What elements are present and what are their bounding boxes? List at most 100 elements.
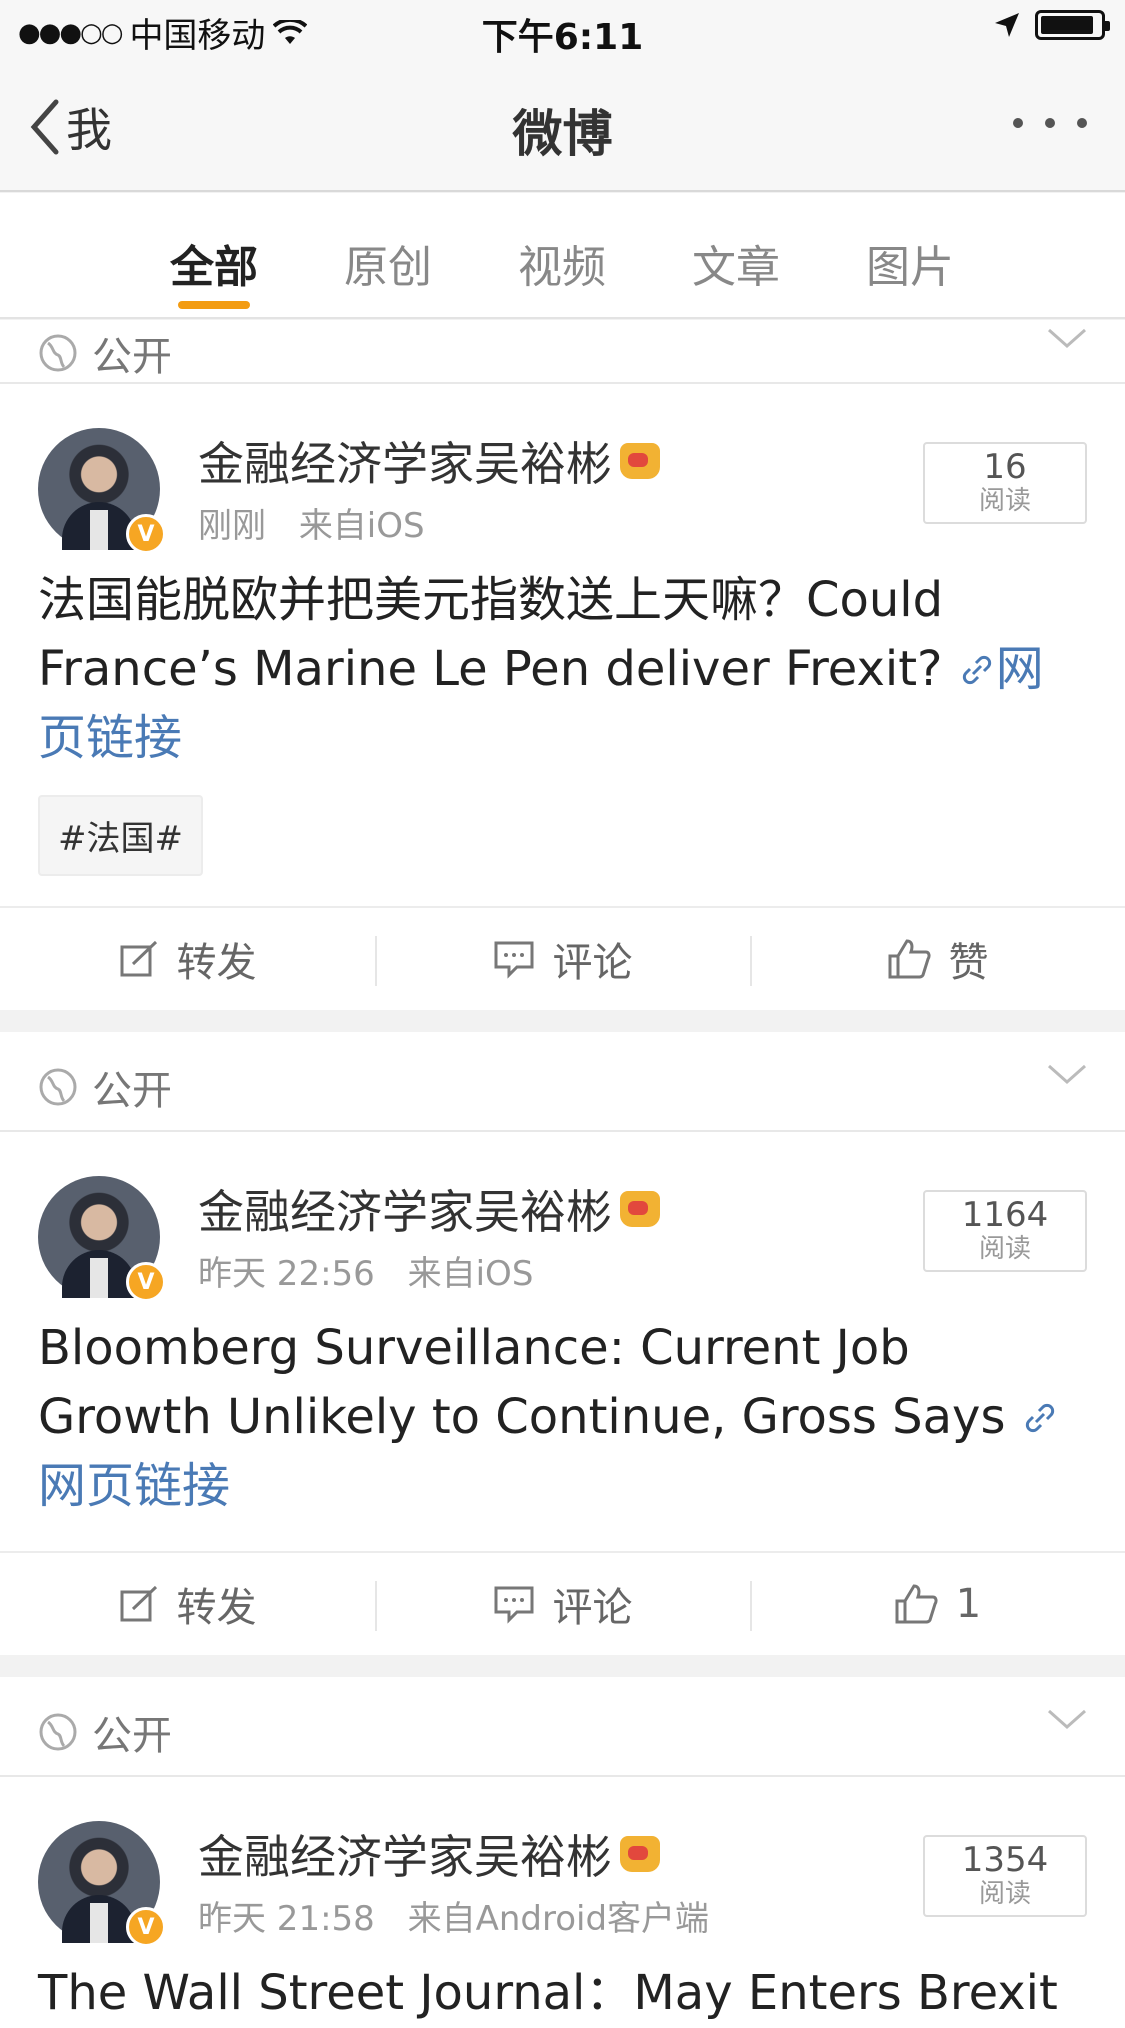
post-text: Bloomberg Surveillance: Current Job Grow…: [0, 1292, 1125, 1521]
status-bar: ●●●○○ 中国移动 下午6:11: [0, 0, 1125, 60]
like-button[interactable]: 1: [750, 1553, 1125, 1655]
post-time: 昨天 21:58: [198, 1899, 375, 1939]
section-gap: [0, 1010, 1125, 1032]
crown-icon: [620, 443, 660, 479]
comment-icon: [494, 941, 533, 979]
repost-button[interactable]: 转发: [0, 1553, 375, 1655]
post-card: V 金融经济学家吴裕彬 昨天 21:58 来自Android客户端 1354 阅…: [0, 1777, 1125, 2028]
repost-label: 转发: [176, 940, 257, 986]
post-header: V 金融经济学家吴裕彬 刚刚 来自iOS 16 阅读: [0, 384, 1125, 554]
visibility-label-group: 公开: [38, 1058, 172, 1116]
post-meta: 昨天 22:56 来自iOS: [198, 1246, 533, 1295]
more-dot-icon: [1045, 118, 1055, 128]
battery-icon: [1035, 10, 1110, 40]
post-body: 法国能脱欧并把美元指数送上天嘛？Could France’s Marine Le…: [38, 572, 944, 697]
read-count-box: 16 阅读: [923, 442, 1087, 524]
wifi-icon: [273, 19, 308, 44]
post-meta: 刚刚 来自iOS: [198, 498, 425, 547]
link-icon: [962, 655, 991, 685]
author-name[interactable]: 金融经济学家吴裕彬: [198, 1176, 660, 1242]
chevron-left-icon: [30, 99, 59, 155]
globe-icon: [39, 1068, 77, 1106]
thumbs-up-icon: [888, 939, 931, 979]
visibility-label: 公开: [92, 1068, 172, 1114]
location-arrow-icon: [995, 13, 1019, 37]
topic-tag[interactable]: #法国#: [38, 795, 203, 876]
tab-photo[interactable]: 图片: [845, 231, 975, 295]
globe-icon: [39, 334, 77, 372]
globe-icon: [39, 1713, 77, 1751]
read-count-box: 1354 阅读: [923, 1835, 1087, 1917]
visibility-label-group: 公开: [38, 1703, 172, 1761]
post-source: 来自iOS: [298, 506, 425, 546]
visibility-row[interactable]: 公开: [0, 320, 1125, 384]
chevron-down-icon[interactable]: [1047, 1707, 1087, 1731]
author-name[interactable]: 金融经济学家吴裕彬: [198, 428, 660, 494]
repost-button[interactable]: 转发: [0, 908, 375, 1010]
verified-badge-icon: V: [126, 514, 166, 554]
avatar[interactable]: V: [38, 428, 166, 554]
tab-video[interactable]: 视频: [497, 231, 627, 295]
crown-icon: [620, 1191, 660, 1227]
visibility-row[interactable]: 公开: [0, 1032, 1125, 1132]
like-label: 赞: [948, 940, 989, 986]
avatar[interactable]: V: [38, 1176, 166, 1302]
carrier-name: 中国移动: [129, 16, 266, 56]
feed: 公开 V 金融经济学家吴裕彬 刚刚 来自iOS 16 阅读 法国能脱欧并把美元指…: [0, 320, 1125, 2028]
chevron-down-icon[interactable]: [1047, 1062, 1087, 1086]
read-count-box: 1164 阅读: [923, 1190, 1087, 1272]
post-source: 来自iOS: [407, 1254, 534, 1294]
tab-all[interactable]: 全部: [149, 231, 279, 295]
visibility-row[interactable]: 公开: [0, 1677, 1125, 1777]
comment-button[interactable]: 评论: [375, 908, 750, 1010]
verified-badge-icon: V: [126, 1907, 166, 1947]
post-time: 刚刚: [198, 506, 266, 546]
crown-icon: [620, 1836, 660, 1872]
tab-article[interactable]: 文章: [671, 231, 801, 295]
comment-icon: [494, 1586, 533, 1624]
repost-label: 转发: [176, 1585, 257, 1631]
more-button[interactable]: [1013, 118, 1087, 128]
read-label: 阅读: [978, 1879, 1031, 1909]
post-time: 昨天 22:56: [198, 1254, 375, 1294]
post-actions: 转发 评论 赞: [0, 906, 1125, 1010]
read-label: 阅读: [978, 1234, 1031, 1264]
read-count: 16: [983, 447, 1027, 487]
repost-icon: [120, 1585, 157, 1622]
filter-tabs: 全部 原创 视频 文章 图片: [0, 193, 1125, 319]
post-header: V 金融经济学家吴裕彬 昨天 22:56 来自iOS 1164 阅读: [0, 1132, 1125, 1302]
like-button[interactable]: 赞: [750, 908, 1125, 1010]
repost-icon: [120, 940, 157, 977]
section-gap: [0, 1655, 1125, 1677]
avatar[interactable]: V: [38, 1821, 166, 1947]
like-count: 1: [955, 1581, 982, 1627]
back-label: 我: [66, 103, 112, 157]
author-name-text: 金融经济学家吴裕彬: [198, 1830, 612, 1884]
post-meta: 昨天 21:58 来自Android客户端: [198, 1891, 709, 1940]
comment-label: 评论: [552, 940, 633, 986]
status-right: [993, 10, 1110, 40]
visibility-label: 公开: [92, 1713, 172, 1759]
web-link[interactable]: 网页链接: [38, 1458, 230, 1514]
visibility-label: 公开: [92, 334, 172, 380]
comment-button[interactable]: 评论: [375, 1553, 750, 1655]
author-name[interactable]: 金融经济学家吴裕彬: [198, 1821, 660, 1887]
active-tab-indicator: [178, 301, 250, 309]
post-text: 法国能脱欧并把美元指数送上天嘛？Could France’s Marine Le…: [0, 544, 1125, 773]
thumbs-up-icon: [895, 1584, 938, 1624]
navigation-bar: 我 微博: [0, 60, 1125, 192]
chevron-down-icon[interactable]: [1047, 326, 1087, 350]
status-left: ●●●○○ 中国移动: [18, 8, 308, 57]
tab-original[interactable]: 原创: [323, 231, 453, 295]
link-icon: [1025, 1403, 1054, 1433]
read-count: 1354: [961, 1840, 1049, 1880]
post-actions: 转发 评论 1: [0, 1551, 1125, 1655]
verified-badge-icon: V: [126, 1262, 166, 1302]
author-name-text: 金融经济学家吴裕彬: [198, 437, 612, 491]
more-dot-icon: [1013, 118, 1023, 128]
post-header: V 金融经济学家吴裕彬 昨天 21:58 来自Android客户端 1354 阅…: [0, 1777, 1125, 1947]
post-source: 来自Android客户端: [407, 1899, 710, 1939]
read-label: 阅读: [978, 486, 1031, 516]
more-dot-icon: [1077, 118, 1087, 128]
back-button[interactable]: 我: [28, 94, 112, 160]
